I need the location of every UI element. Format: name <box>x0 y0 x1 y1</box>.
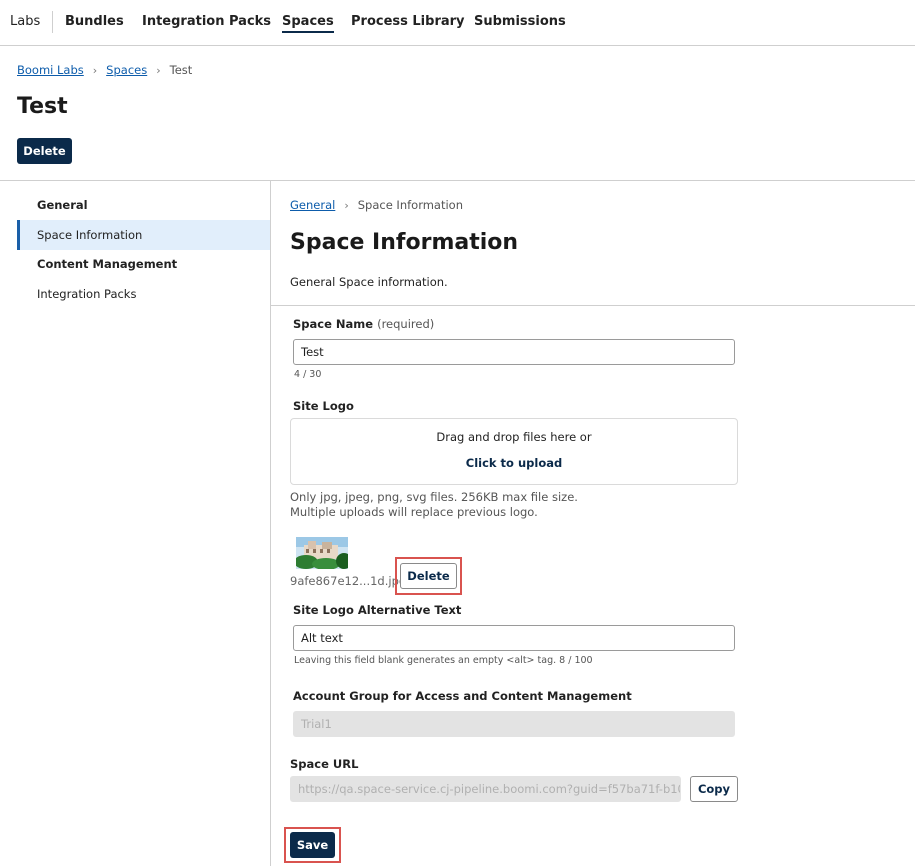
site-logo-label: Site Logo <box>293 399 354 413</box>
chevron-right-icon: › <box>344 198 349 212</box>
copy-url-button[interactable]: Copy <box>690 776 738 802</box>
breadcrumb-current-section: Space Information <box>357 198 464 212</box>
breadcrumb-current: Test <box>169 63 193 77</box>
dropzone-text: Drag and drop files here or <box>436 430 592 444</box>
section-title: Space Information <box>290 230 519 255</box>
nav-spaces[interactable]: Spaces <box>282 14 334 33</box>
space-name-counter: 4 / 30 <box>294 369 322 380</box>
logo-filename: 9afe867e12...1d.jpg <box>290 574 407 588</box>
sidebar-divider <box>270 181 271 866</box>
sidebar-item-space-information[interactable]: Space Information <box>17 220 270 250</box>
nav-bundles[interactable]: Bundles <box>65 14 124 29</box>
sidebar-item-general[interactable]: General <box>17 190 270 220</box>
logo-upload-note: Multiple uploads will replace previous l… <box>290 505 538 519</box>
sidebar-item-content-management[interactable]: Content Management <box>17 249 270 279</box>
logo-file-requirements: Only jpg, jpeg, png, svg files. 256KB ma… <box>290 490 578 504</box>
save-button[interactable]: Save <box>290 832 335 858</box>
space-url-field: https://qa.space-service.cj-pipeline.boo… <box>290 776 681 802</box>
chevron-right-icon: › <box>156 63 161 77</box>
nav-integration-packs[interactable]: Integration Packs <box>142 14 271 29</box>
breadcrumb-general[interactable]: General <box>290 198 335 212</box>
top-navigation: Labs Bundles Integration Packs Spaces Pr… <box>0 0 915 46</box>
section-header-divider <box>271 305 915 306</box>
space-name-label-text: Space Name <box>293 317 374 331</box>
alt-text-hint: Leaving this field blank generates an em… <box>294 655 593 666</box>
section-divider <box>0 180 915 181</box>
breadcrumb-boomi-labs[interactable]: Boomi Labs <box>17 63 84 77</box>
sidebar-item-integration-packs[interactable]: Integration Packs <box>17 279 270 309</box>
nav-divider <box>52 11 53 33</box>
breadcrumb-spaces[interactable]: Spaces <box>106 63 147 77</box>
chevron-right-icon: › <box>92 63 98 77</box>
required-indicator: (required) <box>377 317 435 331</box>
delete-logo-button[interactable]: Delete <box>400 563 457 589</box>
space-url-label: Space URL <box>290 757 359 771</box>
alt-text-input[interactable]: Alt text <box>293 625 735 651</box>
section-breadcrumb: General › Space Information <box>290 198 463 212</box>
account-group-label: Account Group for Access and Content Man… <box>293 689 632 703</box>
breadcrumb: Boomi Labs › Spaces › Test <box>17 63 192 77</box>
logo-thumbnail-image <box>296 537 348 569</box>
section-description: General Space information. <box>290 275 448 289</box>
click-to-upload-link[interactable]: Click to upload <box>291 456 737 470</box>
logo-dropzone[interactable]: Drag and drop files here or Click to upl… <box>290 418 738 485</box>
alt-text-counter: 8 / 100 <box>559 655 593 666</box>
account-group-field: Trial1 <box>293 711 735 737</box>
alt-text-hint-text: Leaving this field blank generates an em… <box>294 655 557 666</box>
alt-text-label: Site Logo Alternative Text <box>293 603 462 617</box>
nav-labs[interactable]: Labs <box>10 14 40 29</box>
delete-space-button[interactable]: Delete <box>17 138 72 164</box>
page-title: Test <box>17 94 68 119</box>
space-name-label: Space Name (required) <box>293 317 434 331</box>
space-name-input[interactable]: Test <box>293 339 735 365</box>
nav-submissions[interactable]: Submissions <box>474 14 566 29</box>
nav-process-library[interactable]: Process Library <box>351 14 465 29</box>
